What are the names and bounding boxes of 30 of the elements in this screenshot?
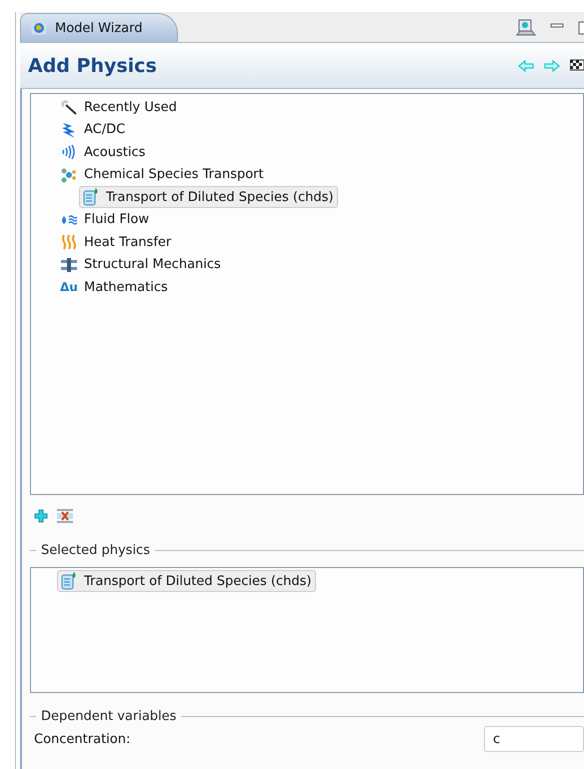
tree-item[interactable]: Transport of Diluted Species (chds) bbox=[79, 186, 338, 208]
tree-item[interactable]: Acoustics bbox=[57, 142, 150, 162]
math-icon: Δu bbox=[60, 280, 78, 294]
wand-icon bbox=[60, 99, 78, 116]
add-icon[interactable] bbox=[34, 509, 48, 523]
tree-item[interactable]: Chemical Species Transport bbox=[57, 164, 269, 185]
tree-item[interactable]: Δu Mathematics bbox=[57, 278, 173, 297]
finish-flag-icon[interactable] bbox=[570, 58, 584, 74]
field-label: Concentration: bbox=[34, 732, 130, 746]
tree-item[interactable]: Structural Mechanics bbox=[57, 254, 226, 275]
document-drop-icon bbox=[60, 572, 78, 590]
model-wizard-tab[interactable]: Model Wizard bbox=[20, 13, 178, 42]
tree-item[interactable]: Transport of Diluted Species (chds) bbox=[57, 570, 316, 592]
section-title: Selected physics bbox=[41, 542, 150, 558]
beam-icon bbox=[60, 256, 78, 273]
tree-item[interactable]: Fluid Flow bbox=[57, 210, 154, 230]
section-title: Dependent variables bbox=[41, 708, 176, 724]
globe-icon bbox=[29, 20, 49, 36]
tree-item[interactable]: Heat Transfer bbox=[57, 232, 176, 252]
page-title: Add Physics bbox=[28, 54, 158, 76]
remove-icon[interactable] bbox=[56, 508, 74, 524]
flames-icon bbox=[60, 234, 78, 250]
tree-item[interactable]: AC/DC bbox=[57, 120, 130, 140]
tab-title: Model Wizard bbox=[55, 20, 143, 36]
help-icon[interactable] bbox=[516, 19, 536, 37]
input-field[interactable]: c bbox=[484, 726, 584, 752]
maximize-icon[interactable] bbox=[578, 21, 584, 35]
document-drop-icon bbox=[82, 188, 100, 206]
tree-item[interactable]: Recently Used bbox=[57, 97, 182, 118]
molecules-icon bbox=[60, 166, 78, 183]
